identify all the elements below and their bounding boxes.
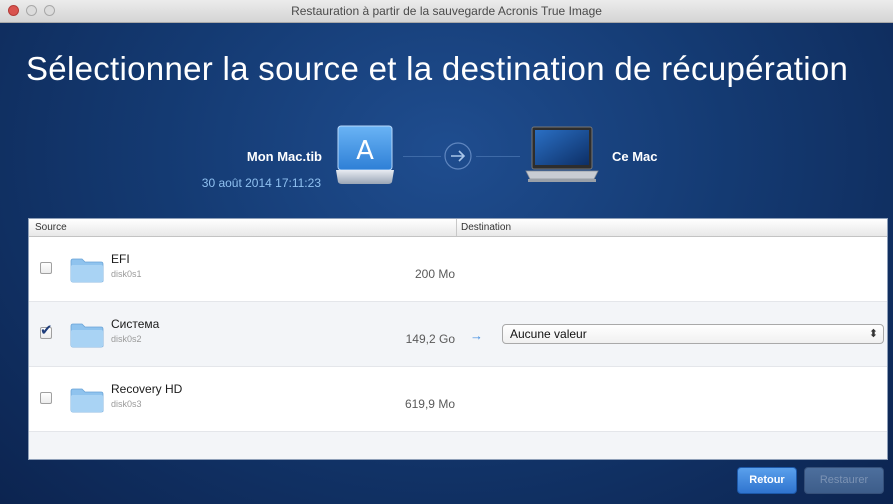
table-row: ✔ Система disk0s2 149,2 Go → Aucune vale… xyxy=(29,302,887,367)
destination-select-value: Aucune valeur xyxy=(510,327,587,341)
folder-icon xyxy=(70,323,104,348)
folder-icon xyxy=(70,258,104,283)
column-header-source[interactable]: Source xyxy=(35,222,67,233)
partition-name: Система xyxy=(111,317,160,331)
flow-line-left xyxy=(403,156,441,157)
title-bar: Restauration à partir de la sauvegarde A… xyxy=(0,0,893,23)
partition-size: 619,9 Mo xyxy=(404,397,455,411)
source-backup-date: 30 août 2014 17:11:23 xyxy=(201,176,321,190)
source-backup-name: Mon Mac.tib xyxy=(246,149,322,164)
partition-checkbox[interactable] xyxy=(40,262,52,274)
partition-name: EFI xyxy=(111,252,130,266)
flow-line-right xyxy=(476,156,520,157)
table-header: Source Destination xyxy=(29,219,887,237)
folder-icon xyxy=(70,388,104,413)
laptop-icon xyxy=(525,126,599,182)
page-title: Sélectionner la source et la destination… xyxy=(26,50,849,87)
column-header-destination[interactable]: Destination xyxy=(461,222,511,233)
partition-table: Source Destination EFI disk0s1 200 Mo ✔ … xyxy=(28,218,888,460)
partition-disk-id: disk0s2 xyxy=(111,334,142,344)
table-row: EFI disk0s1 200 Mo xyxy=(29,237,887,302)
back-button[interactable]: Retour xyxy=(737,467,797,494)
table-row-empty xyxy=(29,432,887,459)
partition-size: 149,2 Go xyxy=(405,332,455,346)
table-row: Recovery HD disk0s3 619,9 Mo xyxy=(29,367,887,432)
column-divider xyxy=(456,219,457,236)
checkmark-icon: ✔ xyxy=(40,322,53,339)
partition-name: Recovery HD xyxy=(111,382,183,396)
destination-name: Ce Mac xyxy=(612,149,658,164)
drive-letter: A xyxy=(356,136,374,166)
restore-button[interactable]: Restaurer xyxy=(804,467,884,494)
arrow-right-icon xyxy=(444,142,472,170)
partition-disk-id: disk0s3 xyxy=(111,399,142,409)
window-title: Restauration à partir de la sauvegarde A… xyxy=(291,4,602,18)
partition-checkbox[interactable]: ✔ xyxy=(40,323,53,339)
partition-checkbox[interactable] xyxy=(40,392,52,404)
destination-select[interactable]: Aucune valeur ⬍ xyxy=(502,324,884,344)
restore-window: Restauration à partir de la sauvegarde A… xyxy=(0,0,893,504)
partition-disk-id: disk0s1 xyxy=(111,269,142,279)
partition-size: 200 Mo xyxy=(414,267,455,281)
select-stepper-icon: ⬍ xyxy=(868,328,878,340)
backup-drive-icon: A xyxy=(336,125,394,184)
arrow-right-icon: → xyxy=(470,328,483,343)
